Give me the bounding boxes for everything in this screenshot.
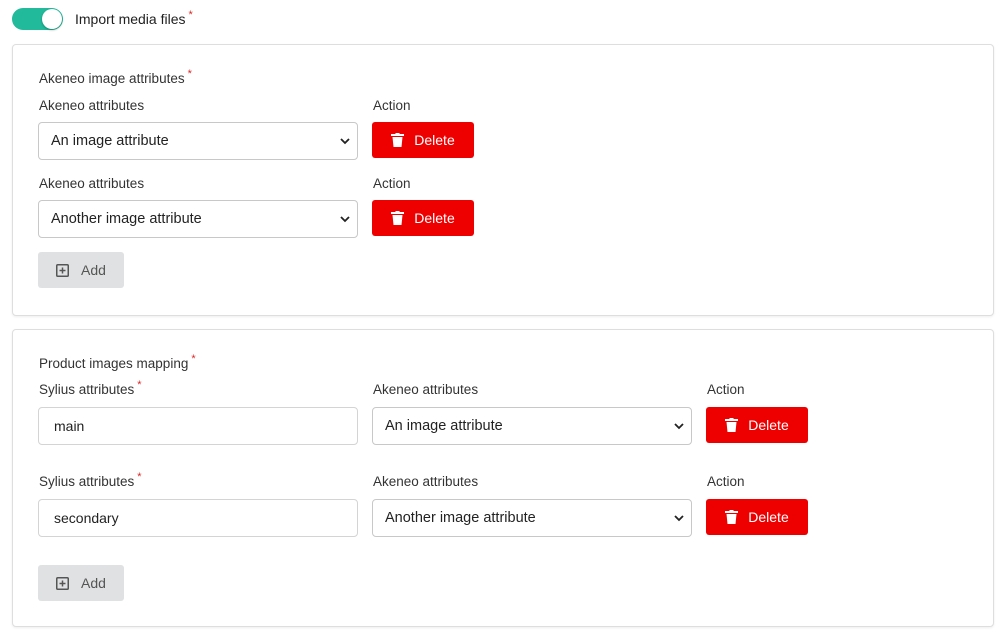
required-mark: * — [187, 68, 192, 80]
required-mark: * — [137, 471, 142, 483]
akeneo-attributes-label: Akeneo attributes — [39, 176, 145, 191]
akeneo-attribute-select[interactable]: Another image attribute — [372, 499, 692, 537]
trash-icon — [725, 418, 739, 432]
plus-square-icon — [56, 263, 70, 277]
trash-icon — [391, 211, 405, 225]
sylius-attributes-label: Sylius attributes * — [39, 471, 142, 489]
akeneo-attributes-label: Akeneo attributes — [373, 474, 479, 489]
required-mark: * — [188, 9, 193, 21]
akeneo-attribute-select[interactable]: An image attribute — [38, 122, 358, 160]
chevron-down-icon — [340, 216, 350, 223]
sylius-attribute-input[interactable]: main — [38, 407, 358, 445]
required-mark: * — [191, 353, 196, 365]
add-button[interactable]: Add — [38, 565, 124, 601]
add-button[interactable]: Add — [38, 252, 124, 288]
action-label: Action — [707, 382, 745, 397]
delete-label: Delete — [414, 132, 455, 148]
sylius-attributes-label: Sylius attributes * — [39, 379, 142, 397]
input-value: main — [54, 418, 85, 434]
sylius-attribute-input[interactable]: secondary — [38, 499, 358, 537]
import-media-label-text: Import media files — [75, 11, 186, 27]
sylius-attributes-label-text: Sylius attributes — [39, 382, 135, 397]
select-value: An image attribute — [51, 133, 169, 149]
select-value: Another image attribute — [385, 510, 536, 526]
required-mark: * — [137, 379, 142, 391]
delete-label: Delete — [748, 417, 789, 433]
add-label: Add — [81, 262, 106, 278]
delete-button[interactable]: Delete — [372, 200, 474, 236]
akeneo-attribute-select[interactable]: Another image attribute — [38, 200, 358, 238]
chevron-down-icon — [674, 423, 684, 430]
action-label: Action — [707, 474, 745, 489]
delete-label: Delete — [414, 210, 455, 226]
import-media-toggle[interactable] — [12, 8, 63, 30]
product-images-title: Product images mapping * — [39, 353, 196, 371]
input-value: secondary — [54, 510, 119, 526]
image-attributes-title: Akeneo image attributes * — [39, 68, 192, 86]
import-media-label: Import media files * — [75, 9, 193, 27]
image-attributes-title-text: Akeneo image attributes — [39, 71, 185, 86]
trash-icon — [725, 510, 739, 524]
akeneo-attribute-select[interactable]: An image attribute — [372, 407, 692, 445]
action-label: Action — [373, 176, 411, 191]
delete-button[interactable]: Delete — [706, 407, 808, 443]
delete-button[interactable]: Delete — [706, 499, 808, 535]
delete-button[interactable]: Delete — [372, 122, 474, 158]
import-media-row: Import media files * — [12, 8, 193, 30]
chevron-down-icon — [340, 138, 350, 145]
trash-icon — [391, 133, 405, 147]
chevron-down-icon — [674, 515, 684, 522]
action-label: Action — [373, 98, 411, 113]
add-label: Add — [81, 575, 106, 591]
select-value: Another image attribute — [51, 211, 202, 227]
akeneo-attributes-label: Akeneo attributes — [39, 98, 145, 113]
image-attributes-section: Akeneo image attributes * Akeneo attribut… — [12, 44, 994, 316]
akeneo-attributes-label: Akeneo attributes — [373, 382, 479, 397]
sylius-attributes-label-text: Sylius attributes — [39, 474, 135, 489]
select-value: An image attribute — [385, 418, 503, 434]
delete-label: Delete — [748, 509, 789, 525]
product-images-section: Product images mapping * Sylius attribute… — [12, 329, 994, 627]
toggle-knob — [42, 9, 62, 29]
product-images-title-text: Product images mapping — [39, 356, 189, 371]
plus-square-icon — [56, 576, 70, 590]
